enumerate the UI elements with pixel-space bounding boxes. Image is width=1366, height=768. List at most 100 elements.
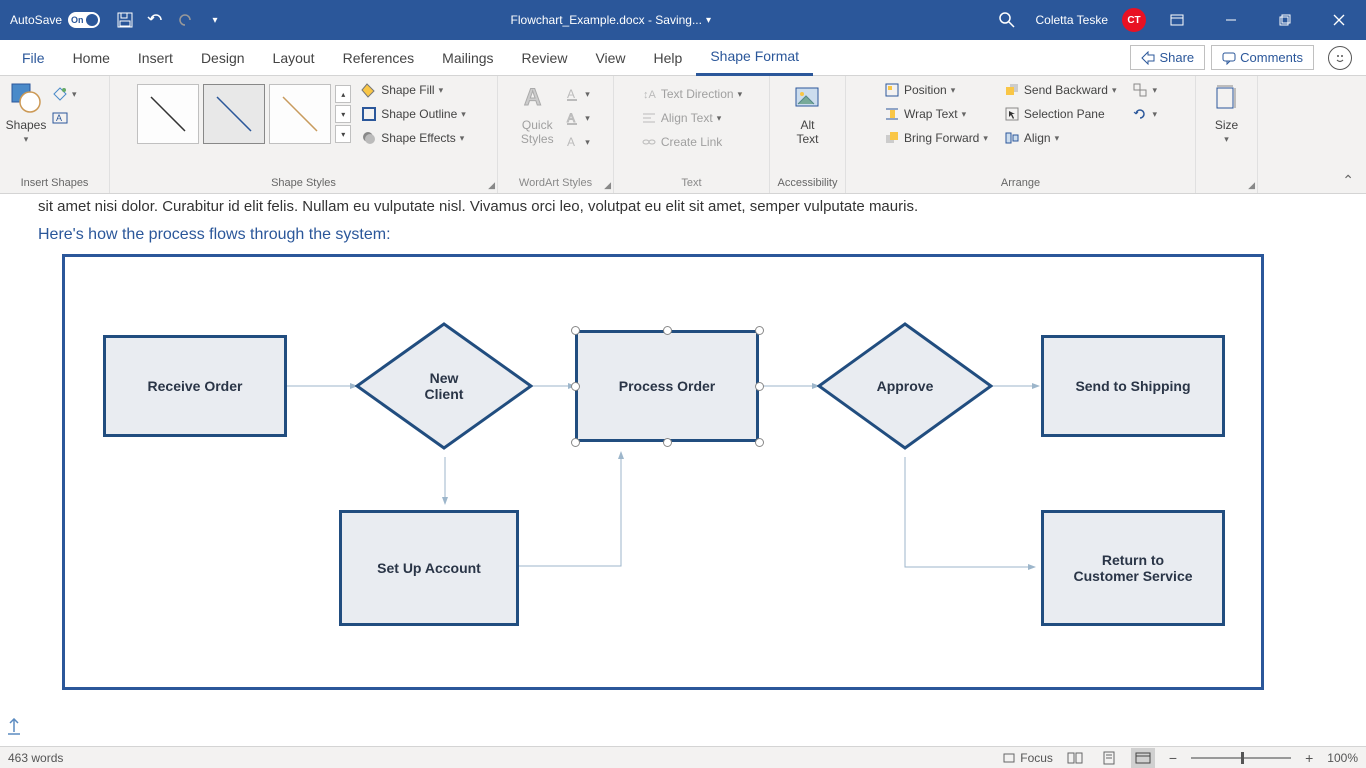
group-button[interactable]: ▾ (1128, 80, 1161, 100)
tab-insert[interactable]: Insert (124, 40, 187, 76)
text-box-button[interactable]: A (48, 108, 81, 128)
quick-styles-button: A Quick Styles (517, 80, 557, 146)
user-name[interactable]: Coletta Teske (1030, 13, 1115, 27)
selection-handle-br[interactable] (755, 438, 764, 447)
selection-handle-bl[interactable] (571, 438, 580, 447)
close-button[interactable] (1316, 0, 1362, 40)
search-icon[interactable] (992, 0, 1022, 40)
zoom-in-button[interactable]: + (1301, 750, 1317, 766)
undo-button[interactable] (140, 0, 170, 40)
shape-fill-button[interactable]: Shape Fill ▾ (357, 80, 470, 100)
fill-icon (361, 82, 377, 98)
align-text-icon (641, 110, 657, 126)
rotate-button[interactable]: ▾ (1128, 104, 1161, 124)
shapes-button[interactable]: Shapes ▾ (6, 80, 46, 145)
save-icon[interactable] (110, 0, 140, 40)
style-gallery[interactable]: ▴ ▾ ▾ (137, 84, 351, 144)
selection-handle-bc[interactable] (663, 438, 672, 447)
body-text-clip: sit amet nisi dolor. Curabitur id elit f… (38, 198, 918, 215)
send-backward-button[interactable]: Send Backward ▾ (1000, 80, 1121, 100)
bring-forward-button[interactable]: Bring Forward ▾ (880, 128, 992, 148)
shape-outline-button[interactable]: Shape Outline ▾ (357, 104, 470, 124)
zoom-slider[interactable] (1191, 757, 1291, 759)
share-button[interactable]: Share (1130, 45, 1205, 70)
comments-button[interactable]: Comments (1211, 45, 1314, 70)
print-layout-button[interactable] (1097, 748, 1121, 768)
autosave-group: AutoSave On (0, 12, 110, 28)
shapes-icon (8, 80, 44, 116)
tab-shape-format[interactable]: Shape Format (696, 40, 813, 76)
collapse-ribbon-icon[interactable]: ⌃ (1342, 172, 1354, 189)
outline-icon (361, 106, 377, 122)
node-process-order[interactable]: Process Order (575, 330, 759, 442)
selection-handle-tr[interactable] (755, 326, 764, 335)
selection-handle-ml[interactable] (571, 382, 580, 391)
selection-handle-tc[interactable] (663, 326, 672, 335)
wrap-text-button[interactable]: Wrap Text ▾ (880, 104, 992, 124)
position-button[interactable]: Position ▾ (880, 80, 992, 100)
redo-button[interactable] (170, 0, 200, 40)
node-approve-label: Approve (877, 378, 934, 394)
feedback-icon[interactable] (1328, 46, 1352, 70)
tab-view[interactable]: View (581, 40, 639, 76)
tab-file[interactable]: File (8, 40, 59, 76)
node-setup-account[interactable]: Set Up Account (339, 510, 519, 626)
process-heading: Here's how the process flows through the… (38, 226, 391, 244)
selection-handle-mr[interactable] (755, 382, 764, 391)
qat-dropdown[interactable]: ▾ (200, 0, 230, 40)
forward-icon (884, 130, 900, 146)
read-mode-button[interactable] (1063, 748, 1087, 768)
style-thumb-3[interactable] (269, 84, 331, 144)
autosave-label: AutoSave (10, 13, 62, 27)
svg-text:A: A (567, 111, 575, 125)
tab-help[interactable]: Help (640, 40, 697, 76)
text-direction-icon: ↕A (641, 86, 657, 102)
node-send-shipping[interactable]: Send to Shipping (1041, 335, 1225, 437)
group-icon (1132, 82, 1148, 98)
effects-icon (361, 130, 377, 146)
size-button[interactable]: Size ▾ (1207, 80, 1247, 145)
align-button[interactable]: Align ▾ (1000, 128, 1121, 148)
node-return-cs[interactable]: Return to Customer Service (1041, 510, 1225, 626)
document-title-area: Flowchart_Example.docx - Saving... ▾ (230, 13, 991, 27)
tab-review[interactable]: Review (508, 40, 582, 76)
gallery-down-button[interactable]: ▾ (335, 105, 351, 123)
node-new-client[interactable]: New Client (355, 322, 533, 450)
word-count[interactable]: 463 words (8, 751, 63, 765)
document-area[interactable]: sit amet nisi dolor. Curabitur id elit f… (0, 194, 1366, 752)
document-title: Flowchart_Example.docx - Saving... (511, 13, 702, 27)
gallery-more-button[interactable]: ▾ (335, 125, 351, 143)
zoom-percent[interactable]: 100% (1327, 751, 1358, 765)
tab-home[interactable]: Home (59, 40, 124, 76)
focus-button[interactable]: Focus (1002, 751, 1053, 765)
node-return-label: Return to Customer Service (1073, 552, 1192, 584)
node-receive-order[interactable]: Receive Order (103, 335, 287, 437)
selection-handle-tl[interactable] (571, 326, 580, 335)
minimize-button[interactable] (1208, 0, 1254, 40)
tab-design[interactable]: Design (187, 40, 259, 76)
zoom-thumb[interactable] (1241, 752, 1244, 764)
tab-mailings[interactable]: Mailings (428, 40, 507, 76)
edit-shape-button[interactable]: ▾ (48, 84, 81, 104)
focus-icon (1002, 751, 1016, 765)
selection-pane-button[interactable]: Selection Pane (1000, 104, 1121, 124)
size-launcher[interactable]: ◢ (1248, 180, 1255, 191)
tab-layout[interactable]: Layout (259, 40, 329, 76)
maximize-button[interactable] (1262, 0, 1308, 40)
gallery-up-button[interactable]: ▴ (335, 85, 351, 103)
alt-text-button[interactable]: Alt Text (788, 80, 828, 146)
drawing-canvas[interactable]: Receive Order New Client Process Order A… (62, 254, 1264, 690)
autosave-toggle[interactable]: On (68, 12, 100, 28)
shape-styles-launcher[interactable]: ◢ (488, 180, 495, 191)
align-text-button: Align Text ▾ (637, 108, 725, 128)
ribbon-display-button[interactable] (1154, 0, 1200, 40)
tab-references[interactable]: References (329, 40, 429, 76)
group-wordart-styles: A Quick Styles A▾ A▾ A▾ WordArt Styles ◢ (498, 76, 614, 193)
style-thumb-2[interactable] (203, 84, 265, 144)
node-approve[interactable]: Approve (817, 322, 993, 450)
style-thumb-1[interactable] (137, 84, 199, 144)
shape-effects-button[interactable]: Shape Effects ▾ (357, 128, 470, 148)
web-layout-button[interactable] (1131, 748, 1155, 768)
zoom-out-button[interactable]: − (1165, 750, 1181, 766)
user-avatar[interactable]: CT (1122, 8, 1146, 32)
